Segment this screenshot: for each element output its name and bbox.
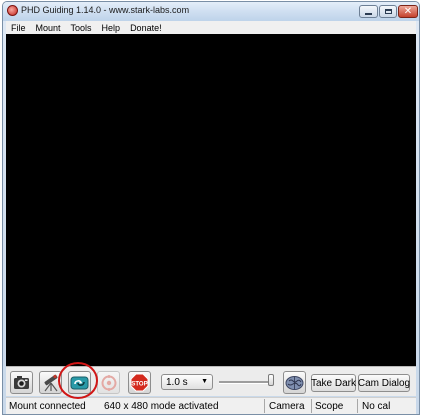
status-bar: Mount connected 640 x 480 mode activated… bbox=[6, 397, 416, 414]
status-calibration: No cal bbox=[362, 400, 391, 412]
menu-tools[interactable]: Tools bbox=[66, 23, 97, 33]
gamma-slider-track[interactable] bbox=[219, 381, 271, 384]
exposure-value: 1.0 s bbox=[166, 376, 188, 388]
maximize-icon bbox=[384, 9, 392, 14]
stop-icon-label: STOP bbox=[131, 381, 147, 387]
image-display[interactable] bbox=[6, 34, 416, 366]
camera-button[interactable] bbox=[10, 371, 33, 394]
minimize-icon bbox=[365, 12, 372, 15]
menu-bar: File Mount Tools Help Donate! bbox=[6, 21, 416, 34]
status-divider bbox=[357, 399, 358, 413]
menu-help[interactable]: Help bbox=[97, 23, 126, 33]
status-message: Mount connected bbox=[9, 400, 86, 412]
minimize-button[interactable] bbox=[359, 5, 378, 18]
gamma-slider-thumb[interactable] bbox=[268, 374, 274, 386]
guide-button[interactable] bbox=[97, 371, 120, 394]
app-icon bbox=[7, 5, 18, 16]
menu-donate[interactable]: Donate! bbox=[125, 23, 167, 33]
stop-icon: STOP bbox=[130, 373, 149, 392]
status-camera: Camera bbox=[269, 400, 305, 412]
brain-button[interactable] bbox=[283, 371, 306, 394]
brain-icon bbox=[285, 375, 304, 390]
close-button[interactable]: ✕ bbox=[398, 5, 418, 18]
window-title: PHD Guiding 1.14.0 - www.stark-labs.com bbox=[21, 5, 190, 15]
camera-icon bbox=[14, 376, 29, 389]
cam-dialog-button[interactable]: Cam Dialog bbox=[358, 374, 410, 392]
app-window: PHD Guiding 1.14.0 - www.stark-labs.com … bbox=[2, 1, 420, 415]
status-scope: Scope bbox=[315, 400, 344, 412]
status-divider bbox=[264, 399, 265, 413]
menu-file[interactable]: File bbox=[6, 23, 31, 33]
telescope-icon bbox=[44, 374, 57, 391]
close-icon: ✕ bbox=[403, 5, 413, 17]
guide-icon bbox=[101, 374, 116, 391]
dropdown-arrow-icon: ▼ bbox=[201, 378, 208, 385]
stop-button[interactable]: STOP bbox=[128, 371, 151, 394]
title-bar[interactable]: PHD Guiding 1.14.0 - www.stark-labs.com … bbox=[3, 2, 419, 21]
menu-mount[interactable]: Mount bbox=[31, 23, 66, 33]
maximize-button[interactable] bbox=[379, 5, 397, 18]
highlight-circle bbox=[58, 362, 98, 399]
take-dark-button[interactable]: Take Dark bbox=[311, 374, 356, 392]
exposure-select[interactable]: 1.0 s ▼ bbox=[161, 374, 213, 390]
status-mode: 640 x 480 mode activated bbox=[104, 400, 219, 412]
